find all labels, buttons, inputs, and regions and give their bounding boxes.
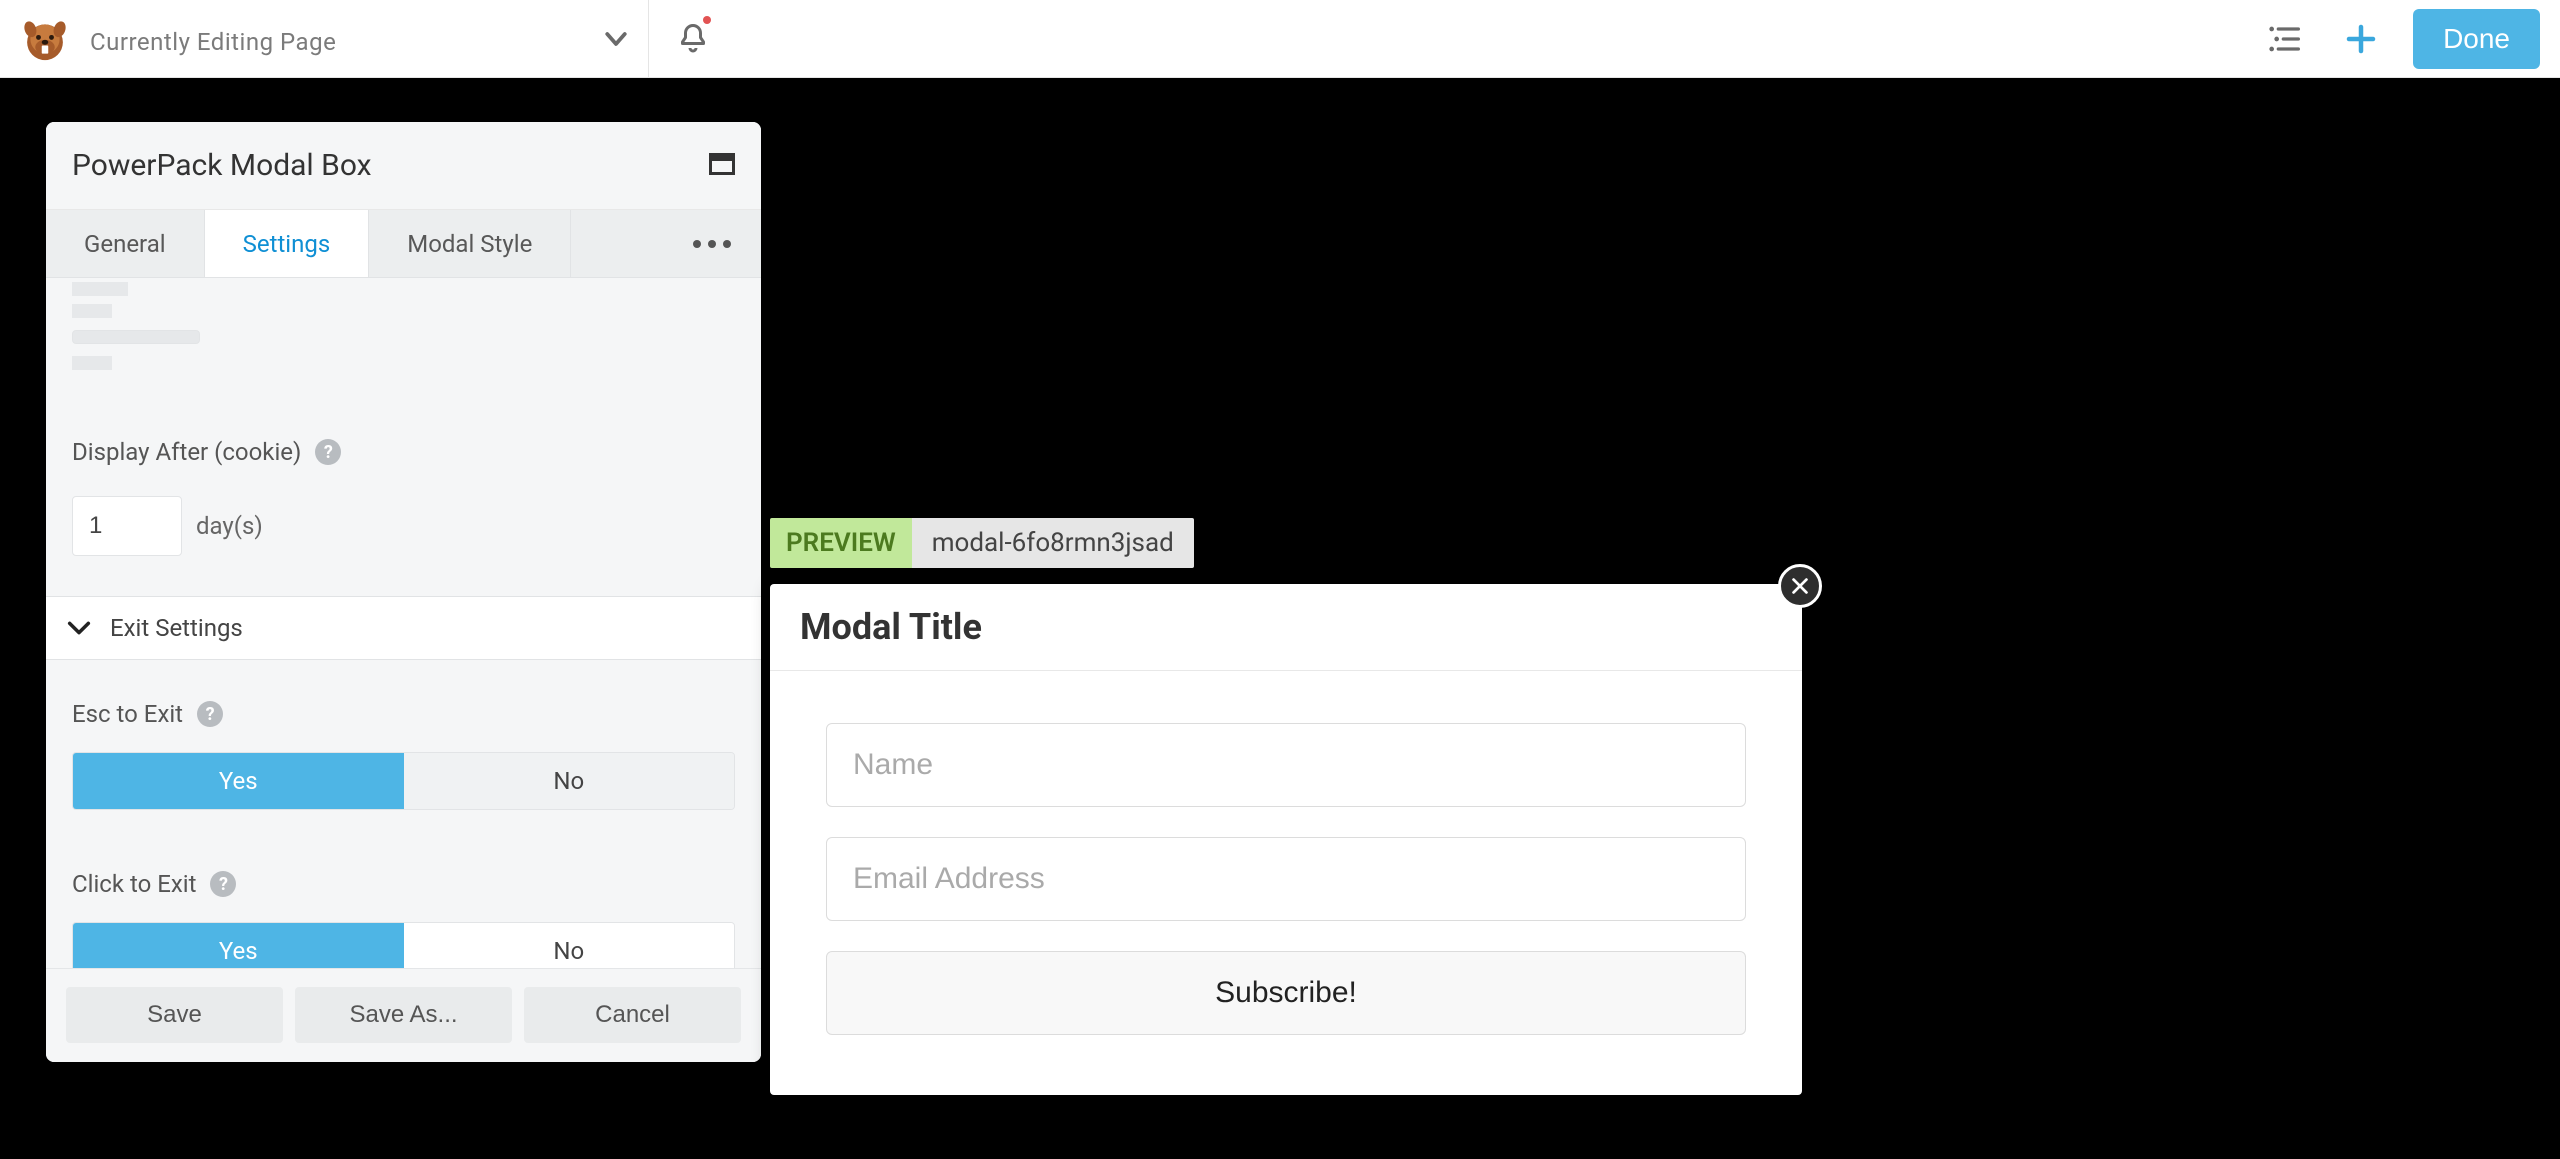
name-input[interactable] [826,723,1746,807]
panel-footer: Save Save As... Cancel [46,968,761,1062]
notifications-button[interactable] [661,0,725,78]
page-title-text: Currently Editing Page [90,28,336,56]
help-icon[interactable]: ? [210,871,236,897]
close-icon [1789,575,1811,597]
topbar-right: Done [2261,9,2560,69]
tab-modal-style[interactable]: Modal Style [369,210,571,277]
setting-esc-to-exit: Esc to Exit ? Yes No [46,660,761,810]
done-button[interactable]: Done [2413,9,2540,69]
modal-title: Modal Title [800,606,1772,648]
click-to-exit-toggle: Yes No [72,922,735,968]
display-after-label: Display After (cookie) [72,438,301,466]
outline-panel-button[interactable] [2261,15,2309,63]
subscribe-button[interactable]: Subscribe! [826,951,1746,1035]
click-to-exit-label: Click to Exit [72,870,196,898]
panel-expand-button[interactable] [709,153,735,179]
setting-click-to-exit: Click to Exit ? Yes No [46,830,761,968]
esc-to-exit-yes[interactable]: Yes [73,753,404,809]
preview-label: PREVIEW modal-6fo8rmn3jsad [770,518,1194,568]
modal-body: Subscribe! [770,671,1802,1095]
beaver-builder-logo[interactable] [0,0,90,77]
panel-header: PowerPack Modal Box [46,122,761,210]
topbar: Currently Editing Page [0,0,2560,78]
maximize-icon [709,153,735,175]
cancel-button[interactable]: Cancel [524,987,741,1043]
esc-to-exit-toggle: Yes No [72,752,735,810]
modal-preview: Modal Title Subscribe! [770,584,1802,1095]
click-to-exit-no[interactable]: No [404,923,735,968]
save-as-button[interactable]: Save As... [295,987,512,1043]
email-input[interactable] [826,837,1746,921]
notification-dot [703,16,711,24]
topbar-left: Currently Editing Page [0,0,725,77]
panel-body[interactable]: Display After (cookie) ? day(s) Exit Set… [46,278,761,968]
help-icon[interactable]: ? [315,439,341,465]
page-dropdown-toggle[interactable] [596,19,636,59]
preview-badge: PREVIEW [770,518,912,568]
panel-title: PowerPack Modal Box [72,148,372,183]
bell-icon [675,21,711,57]
more-icon [693,240,731,248]
tab-settings[interactable]: Settings [205,210,370,277]
display-after-unit: day(s) [196,512,263,540]
chevron-down-icon [601,24,631,54]
page-title: Currently Editing Page [90,22,336,56]
esc-to-exit-no[interactable]: No [404,753,735,809]
add-content-button[interactable] [2337,15,2385,63]
click-to-exit-yes[interactable]: Yes [73,923,404,968]
collapsed-setting-placeholder [72,282,200,370]
tab-more-button[interactable] [663,210,761,277]
esc-to-exit-label: Esc to Exit [72,700,183,728]
display-after-input[interactable] [72,496,182,556]
divider [648,0,649,78]
section-exit-settings[interactable]: Exit Settings [46,596,761,660]
tab-general[interactable]: General [46,210,205,277]
help-icon[interactable]: ? [197,701,223,727]
panel-tabs: General Settings Modal Style [46,210,761,278]
section-title: Exit Settings [110,614,243,642]
setting-display-after: Display After (cookie) ? day(s) [46,418,761,556]
save-button[interactable]: Save [66,987,283,1043]
plus-icon [2343,21,2379,57]
module-settings-panel: PowerPack Modal Box General Settings Mod… [46,122,761,1062]
modal-header: Modal Title [770,584,1802,671]
outline-icon [2265,19,2305,59]
preview-id: modal-6fo8rmn3jsad [912,518,1194,568]
chevron-down-icon [64,613,94,643]
modal-close-button[interactable] [1778,564,1822,608]
